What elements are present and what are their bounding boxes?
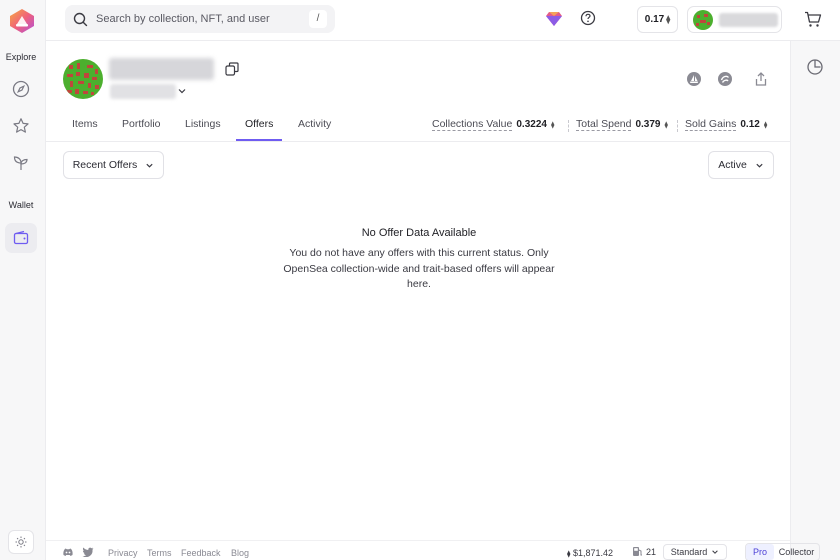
sun-icon — [15, 536, 27, 548]
theme-toggle-button[interactable] — [8, 530, 34, 554]
tab-listings[interactable]: Listings — [185, 118, 221, 142]
search-bar[interactable]: / — [65, 5, 335, 33]
pro-collector-toggle: Pro Collector — [745, 543, 820, 560]
pro-mode-button[interactable]: Pro — [746, 544, 775, 560]
empty-state-title: No Offer Data Available — [361, 227, 477, 239]
chevron-down-icon[interactable] — [177, 86, 187, 96]
account-name-redacted — [719, 13, 778, 27]
profile-name-redacted — [109, 58, 214, 80]
stat-label: Total Spend — [576, 118, 632, 131]
eth-icon: ⧫ — [567, 551, 571, 558]
dropdown-label: Active — [718, 159, 747, 171]
eth-balance-button[interactable]: 0.17 ⧫ — [637, 6, 678, 33]
search-input[interactable] — [96, 13, 296, 25]
stat-divider — [677, 120, 678, 132]
account-button[interactable] — [687, 6, 782, 33]
eth-icon: ⧫ — [550, 121, 555, 129]
stat-value: 0.12 — [740, 119, 760, 130]
cart-icon[interactable] — [804, 11, 822, 28]
compass-icon[interactable] — [10, 78, 32, 100]
right-rail — [790, 41, 840, 560]
eth-icon: ⧫ — [763, 121, 768, 129]
stat-sold-gains[interactable]: Sold Gains 0.12 ⧫ — [685, 118, 767, 131]
gas-pump-icon — [633, 547, 642, 556]
footer-link-privacy[interactable]: Privacy — [108, 548, 138, 558]
star-icon[interactable] — [10, 115, 32, 137]
gas-value: 21 — [646, 546, 657, 557]
eth-icon: ⧫ — [666, 15, 671, 24]
footer-link-terms[interactable]: Terms — [147, 548, 172, 558]
history-icon[interactable] — [806, 58, 824, 76]
twitter-icon[interactable] — [82, 547, 94, 558]
left-sidebar: Explore Wallet — [0, 0, 46, 560]
chevron-down-icon — [712, 550, 719, 554]
stat-collections-value[interactable]: Collections Value 0.3224 ⧫ — [432, 118, 554, 131]
account-avatar — [693, 10, 713, 30]
footer-link-feedback[interactable]: Feedback — [181, 548, 221, 558]
search-shortcut-key: / — [309, 10, 327, 28]
explore-section-label: Explore — [5, 52, 37, 62]
gas-display: 21 — [632, 546, 656, 557]
stat-value: 0.3224 — [516, 119, 547, 130]
search-icon — [73, 12, 88, 26]
stat-divider — [568, 120, 569, 132]
profile-address-redacted — [110, 84, 176, 99]
tab-activity[interactable]: Activity — [298, 118, 331, 142]
chevron-down-icon — [146, 163, 153, 168]
footer: Privacy Terms Feedback Blog ⧫ $1,871.42 … — [46, 540, 820, 560]
footer-link-blog[interactable]: Blog — [231, 548, 249, 558]
speed-mode-dropdown[interactable]: Standard — [663, 544, 727, 560]
sprout-icon[interactable] — [10, 152, 32, 174]
top-bar: / 0.17 ⧫ — [46, 0, 840, 41]
wallet-section-label: Wallet — [8, 200, 34, 210]
share-icon[interactable] — [753, 71, 769, 87]
empty-state-description: You do not have any offers with this cur… — [283, 247, 555, 290]
blur-icon[interactable] — [717, 71, 733, 87]
tab-portfolio[interactable]: Portfolio — [122, 118, 161, 142]
tab-items[interactable]: Items — [72, 118, 98, 142]
status-dropdown[interactable]: Active — [708, 151, 774, 179]
eth-price-display: ⧫ $1,871.42 — [567, 548, 613, 558]
profile-avatar — [63, 59, 103, 99]
profile-tabs: Items Portfolio Listings Offers Activity… — [46, 113, 790, 142]
gem-icon[interactable] — [545, 11, 563, 27]
collector-mode-button[interactable]: Collector — [774, 544, 819, 560]
stat-value: 0.379 — [635, 119, 661, 130]
stat-label: Collections Value — [432, 118, 513, 131]
eth-icon: ⧫ — [664, 121, 668, 129]
eth-price-value: $1,871.42 — [572, 548, 614, 558]
app-logo-icon[interactable] — [8, 8, 36, 34]
opensea-icon[interactable] — [686, 71, 702, 87]
active-tab-indicator — [236, 139, 282, 141]
copy-icon[interactable] — [225, 62, 239, 76]
balance-value: 0.17 — [644, 14, 665, 25]
recent-offers-dropdown[interactable]: Recent Offers — [63, 151, 164, 179]
dropdown-label: Recent Offers — [72, 159, 138, 171]
stat-label: Sold Gains — [685, 118, 737, 131]
stat-total-spend[interactable]: Total Spend 0.379 ⧫ — [576, 118, 668, 131]
chevron-down-icon — [756, 163, 763, 168]
speed-mode-label: Standard — [670, 547, 708, 557]
wallet-icon[interactable] — [10, 227, 32, 249]
discord-icon[interactable] — [62, 547, 74, 557]
help-icon[interactable] — [580, 10, 596, 26]
